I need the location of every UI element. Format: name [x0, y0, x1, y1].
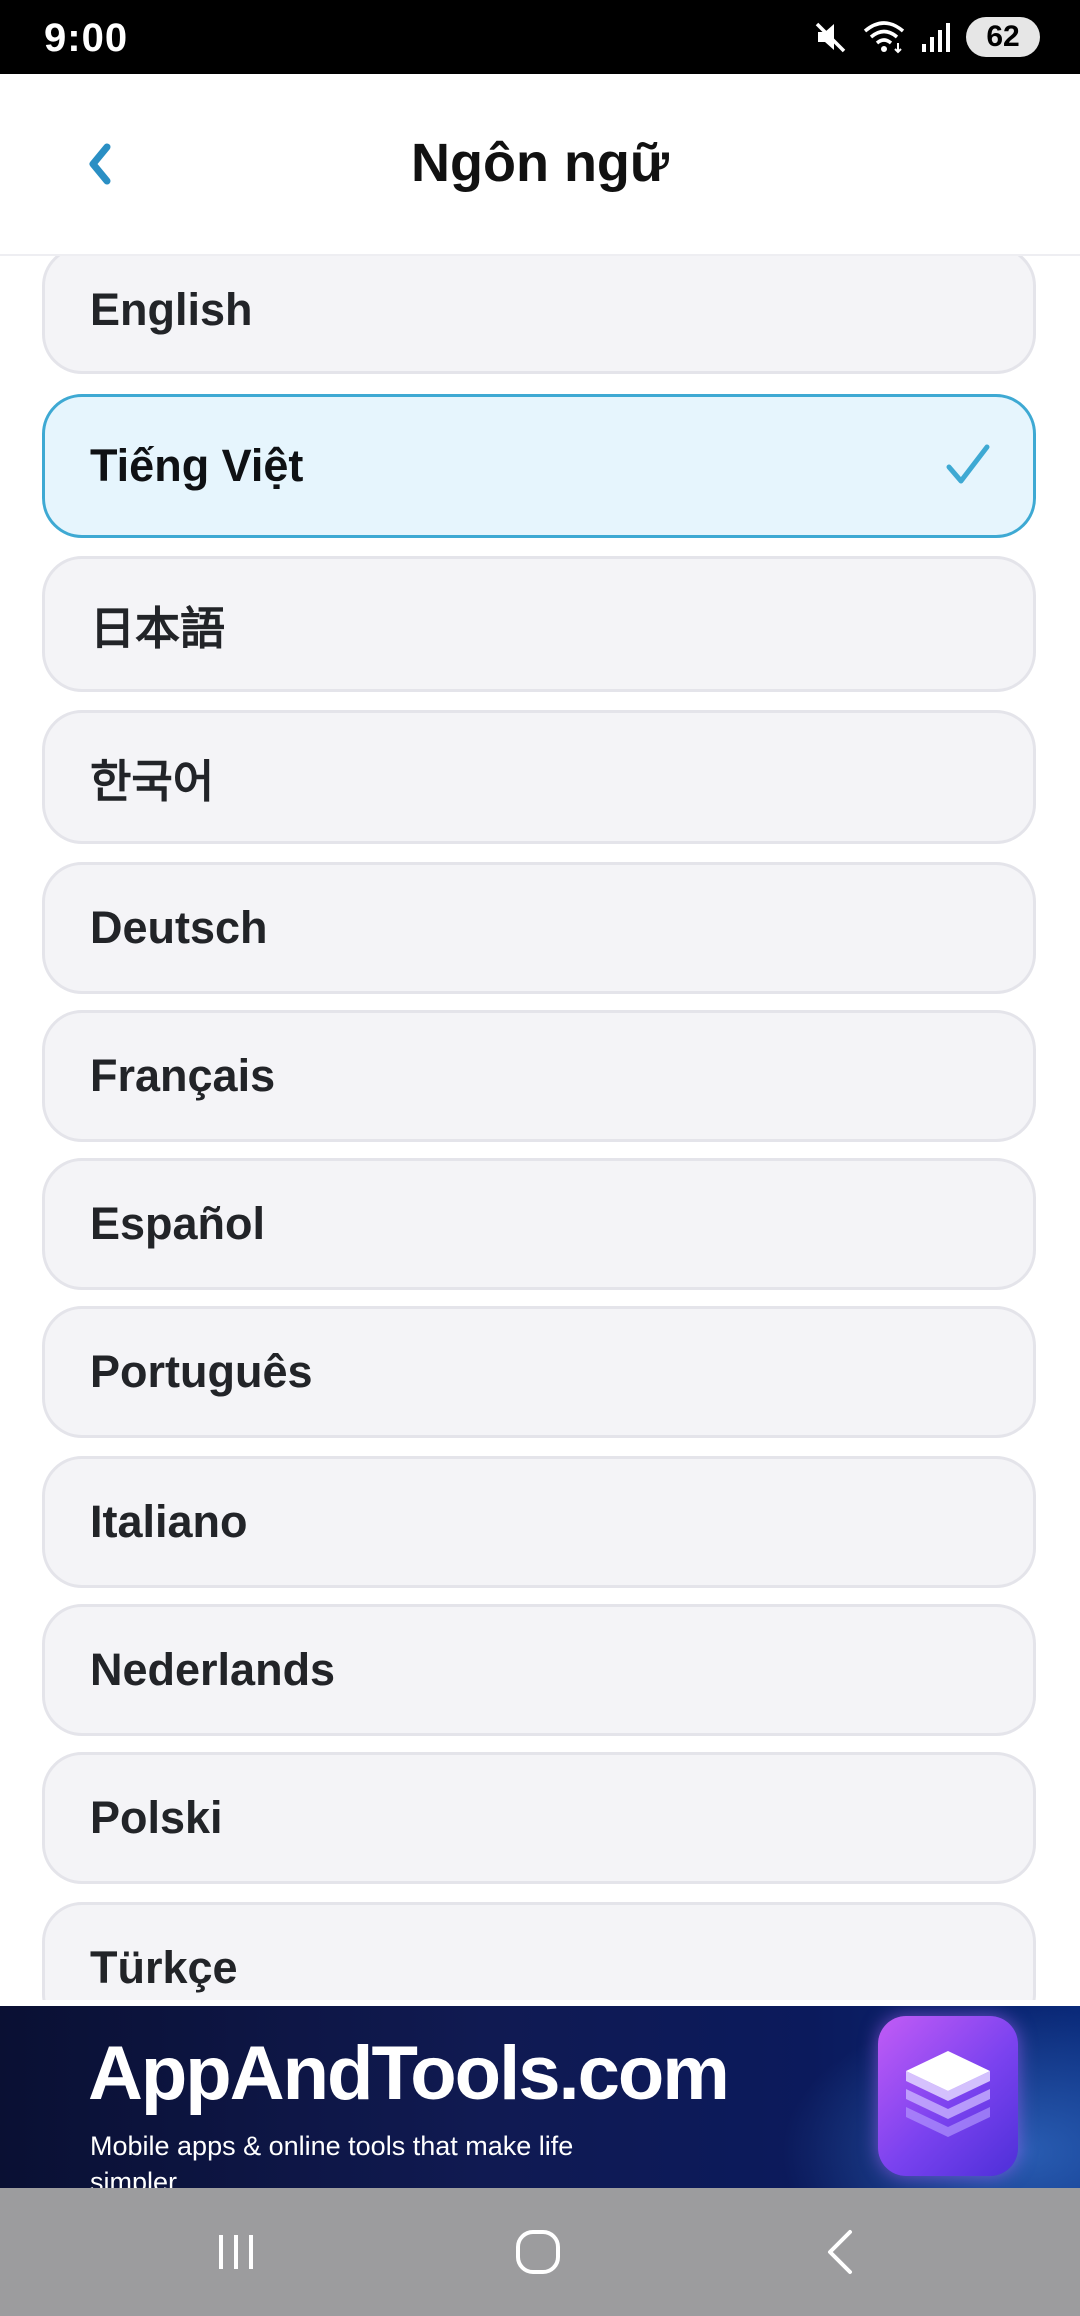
language-label: 한국어 — [90, 755, 215, 807]
language-item-spanish[interactable]: Español — [42, 1158, 1036, 1290]
status-icons: 62 — [814, 14, 1040, 60]
signal-icon — [922, 23, 950, 52]
language-label: Polski — [90, 1792, 223, 1843]
language-item-turkish[interactable]: Türkçe — [42, 1902, 1036, 2000]
language-label: Português — [90, 1346, 313, 1397]
language-item-italian[interactable]: Italiano — [42, 1456, 1036, 1588]
layers-icon — [878, 2016, 1018, 2176]
battery-icon: 62 — [966, 17, 1040, 57]
ad-banner[interactable]: AppAndTools.com Mobile apps & online too… — [0, 2006, 1080, 2188]
language-label: Nederlands — [90, 1644, 336, 1695]
language-item-korean[interactable]: 한국어 — [42, 710, 1036, 844]
home-button[interactable] — [498, 2222, 578, 2282]
language-item-dutch[interactable]: Nederlands — [42, 1604, 1036, 1736]
language-label: Deutsch — [90, 902, 268, 953]
status-bar: 9:00 62 — [0, 0, 1080, 74]
home-icon — [516, 2230, 560, 2274]
language-label: 日本語 — [90, 602, 226, 654]
ad-title: AppAndTools.com — [88, 2031, 730, 2116]
language-item-portuguese[interactable]: Português — [42, 1306, 1036, 1438]
language-item-french[interactable]: Français — [42, 1010, 1036, 1142]
status-time: 9:00 — [44, 16, 129, 60]
language-label: Italiano — [90, 1496, 248, 1547]
language-item-japanese[interactable]: 日本語 — [42, 556, 1036, 692]
nav-back-button[interactable] — [800, 2222, 880, 2282]
ad-subtitle: Mobile apps & online tools that make lif… — [90, 2131, 574, 2188]
language-label: Tiếng Việt — [90, 440, 304, 491]
recent-apps-icon — [219, 2235, 253, 2269]
system-nav-bar — [0, 2188, 1080, 2316]
language-item-vietnamese[interactable]: Tiếng Việt — [42, 394, 1036, 538]
recent-apps-button[interactable] — [196, 2222, 276, 2282]
language-label: English — [90, 284, 253, 335]
language-label: Español — [90, 1198, 266, 1249]
battery-level: 62 — [986, 20, 1020, 53]
language-label: Français — [90, 1050, 276, 1101]
language-list[interactable]: English Tiếng Việt 日本語 한국어 Deutsch Franç… — [0, 256, 1080, 2000]
language-item-polish[interactable]: Polski — [42, 1752, 1036, 1884]
back-icon — [828, 2230, 852, 2274]
mute-icon — [815, 22, 846, 53]
check-icon — [946, 444, 990, 484]
page-title: Ngôn ngữ — [410, 133, 670, 193]
language-label: Türkçe — [90, 1942, 238, 1993]
language-item-english[interactable]: English — [42, 256, 1036, 374]
wifi-icon — [863, 21, 905, 54]
language-item-german[interactable]: Deutsch — [42, 862, 1036, 994]
app-header: Ngôn ngữ — [0, 74, 1080, 256]
